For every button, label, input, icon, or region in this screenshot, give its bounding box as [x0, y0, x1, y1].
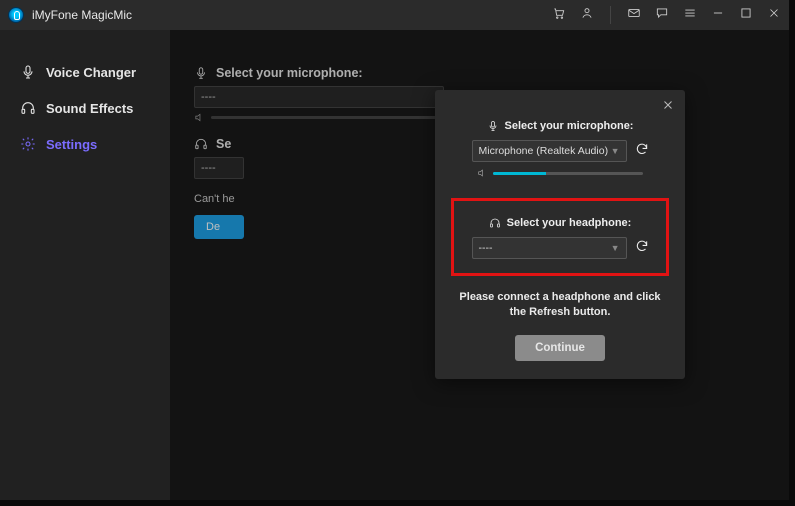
speaker-icon — [477, 168, 487, 178]
mail-icon[interactable] — [627, 6, 641, 25]
feedback-icon[interactable] — [655, 6, 669, 25]
main-panel: Select your microphone: ---- Se ---- Can… — [170, 30, 789, 500]
sidebar-item-settings[interactable]: Settings — [0, 126, 170, 162]
sidebar-item-label: Sound Effects — [46, 101, 133, 116]
app-logo-icon — [8, 7, 24, 23]
modal-close-button[interactable] — [661, 98, 675, 112]
modal-hp-refresh-button[interactable] — [635, 239, 649, 258]
modal-mic-refresh-button[interactable] — [635, 142, 649, 161]
titlebar: iMyFone MagicMic — [0, 0, 789, 30]
gear-icon — [20, 136, 36, 152]
modal-message: Please connect a headphone and click the… — [451, 290, 669, 321]
cart-icon[interactable] — [552, 6, 566, 25]
chevron-down-icon: ▼ — [611, 146, 620, 156]
modal-mic-select[interactable]: Microphone (Realtek Audio)▼ — [472, 140, 627, 162]
modal-hp-select[interactable]: ----▼ — [472, 237, 627, 259]
close-icon[interactable] — [767, 6, 781, 25]
modal-hp-section: Select your headphone: ----▼ — [451, 198, 669, 276]
sidebar-item-sound-effects[interactable]: Sound Effects — [0, 90, 170, 126]
modal-hp-label: Select your headphone: — [507, 217, 632, 229]
sidebar: Voice Changer Sound Effects Settings — [0, 30, 170, 500]
maximize-icon[interactable] — [739, 6, 753, 25]
headphone-icon — [20, 100, 36, 116]
app-title: iMyFone MagicMic — [32, 8, 132, 22]
menu-icon[interactable] — [683, 6, 697, 25]
continue-button[interactable]: Continue — [515, 335, 605, 361]
user-icon[interactable] — [580, 6, 594, 25]
modal-mic-section: Select your microphone: Microphone (Real… — [451, 114, 669, 184]
refresh-icon — [635, 239, 649, 253]
sidebar-item-label: Settings — [46, 137, 97, 152]
mic-icon — [20, 64, 36, 80]
modal-mic-label: Select your microphone: — [505, 120, 634, 132]
close-icon — [661, 98, 675, 112]
device-setup-modal: Select your microphone: Microphone (Real… — [435, 90, 685, 379]
minimize-icon[interactable] — [711, 6, 725, 25]
mic-icon — [487, 120, 499, 132]
headphone-icon — [489, 217, 501, 229]
sidebar-item-voice-changer[interactable]: Voice Changer — [0, 54, 170, 90]
modal-mic-volume — [493, 172, 643, 175]
refresh-icon — [635, 142, 649, 156]
sidebar-item-label: Voice Changer — [46, 65, 136, 80]
chevron-down-icon: ▼ — [611, 243, 620, 253]
